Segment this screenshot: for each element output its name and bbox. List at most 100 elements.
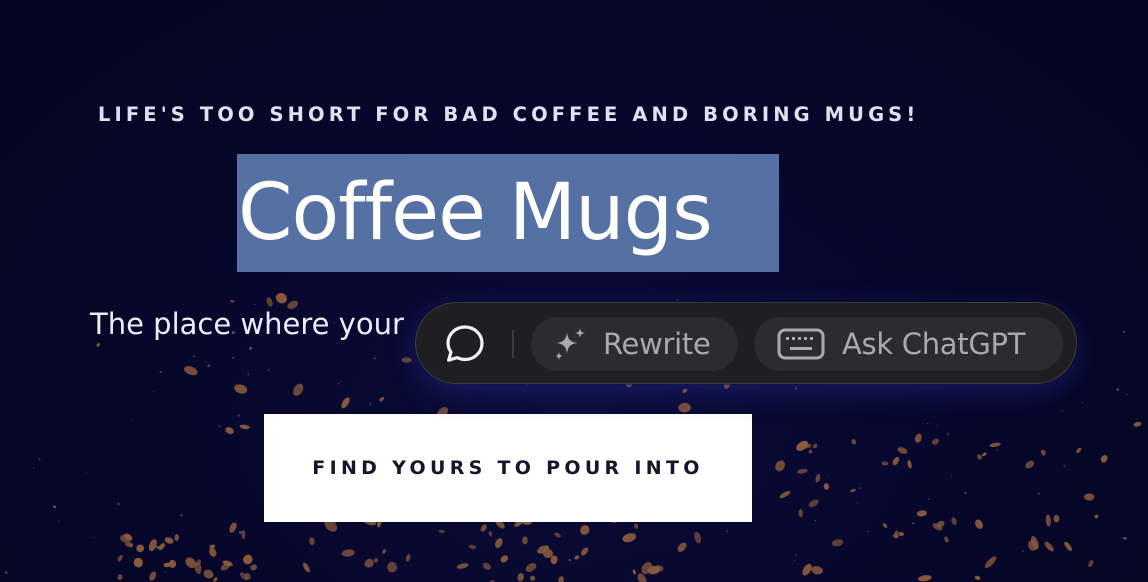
background-dot	[1081, 402, 1083, 404]
background-dot	[207, 364, 211, 368]
coffee-ground	[543, 548, 553, 559]
coffee-ground	[525, 562, 537, 573]
coffee-ground	[798, 443, 812, 449]
coffee-ground	[1084, 493, 1095, 501]
hero-section: LIFE'S TOO SHORT FOR BAD COFFEE AND BORI…	[0, 0, 1148, 582]
find-yours-button-label: FIND YOURS TO POUR INTO	[312, 457, 704, 479]
coffee-ground	[309, 537, 315, 545]
coffee-ground	[798, 509, 803, 518]
coffee-ground	[136, 544, 145, 553]
coffee-ground	[225, 427, 234, 435]
coffee-ground	[164, 537, 174, 544]
background-dot	[205, 361, 207, 363]
background-dot	[249, 346, 253, 350]
coffee-ground	[1133, 421, 1142, 427]
chat-button[interactable]	[438, 319, 492, 369]
background-dot	[946, 432, 950, 436]
keyboard-icon	[776, 327, 826, 361]
background-dot	[337, 382, 340, 385]
coffee-ground	[898, 531, 904, 537]
coffee-ground	[480, 524, 487, 532]
coffee-ground	[882, 523, 888, 528]
coffee-ground	[124, 533, 133, 541]
coffee-ground	[775, 460, 785, 472]
coffee-ground	[168, 559, 177, 568]
coffee-ground	[951, 517, 957, 526]
background-dot	[964, 491, 967, 495]
coffee-ground	[468, 544, 477, 549]
hero-title-selected[interactable]: Coffee Mugs	[237, 154, 779, 272]
coffee-ground	[194, 561, 202, 575]
coffee-ground	[849, 488, 857, 493]
coffee-ground	[797, 468, 808, 474]
coffee-ground	[203, 569, 214, 579]
coffee-ground	[117, 574, 123, 580]
background-dot	[1021, 550, 1024, 553]
coffee-ground	[158, 543, 166, 551]
background-dot	[814, 519, 816, 522]
background-dot	[159, 370, 162, 374]
coffee-ground	[989, 442, 1001, 448]
coffee-ground	[907, 459, 912, 469]
background-dot	[369, 402, 372, 405]
coffee-ground	[302, 562, 310, 573]
coffee-ground	[851, 439, 857, 445]
sparkles-icon	[551, 325, 589, 363]
coffee-ground	[243, 554, 253, 565]
background-dot	[218, 425, 221, 428]
coffee-ground	[213, 577, 218, 582]
coffee-ground	[517, 573, 524, 582]
background-dot	[1123, 536, 1127, 540]
coffee-ground	[128, 542, 134, 548]
background-dot	[5, 571, 8, 574]
coffee-ground	[117, 554, 123, 562]
rewrite-button[interactable]: Rewrite	[531, 317, 738, 371]
coffee-ground	[897, 447, 908, 454]
coffee-ground	[405, 554, 411, 562]
coffee-ground	[892, 533, 899, 539]
coffee-ground	[892, 456, 900, 466]
coffee-ground	[580, 547, 589, 556]
background-dot	[53, 505, 56, 509]
background-dot	[92, 536, 95, 539]
background-dot	[912, 522, 915, 525]
background-dot	[234, 524, 237, 527]
coffee-ground	[239, 424, 250, 430]
coffee-ground	[120, 534, 128, 543]
coffee-ground	[881, 461, 889, 466]
coffee-ground	[1030, 535, 1039, 550]
ask-chatgpt-button[interactable]: Ask ChatGPT	[754, 317, 1063, 371]
coffee-ground	[341, 549, 355, 557]
background-dot	[936, 425, 938, 427]
coffee-ground	[239, 572, 248, 581]
background-dot	[996, 449, 998, 451]
coffee-ground	[808, 499, 819, 508]
coffee-ground	[220, 562, 230, 571]
coffee-ground	[1100, 455, 1108, 463]
coffee-ground	[975, 519, 983, 529]
coffee-ground	[558, 576, 564, 582]
coffee-ground	[580, 525, 590, 535]
background-dot	[1122, 537, 1124, 539]
coffee-ground	[373, 558, 379, 563]
find-yours-button[interactable]: FIND YOURS TO POUR INTO	[264, 414, 752, 522]
coffee-ground	[632, 569, 636, 575]
coffee-ground	[148, 539, 157, 552]
coffee-ground	[482, 562, 491, 570]
coffee-ground	[149, 571, 157, 581]
coffee-ground	[229, 522, 237, 533]
coffee-ground	[678, 402, 691, 413]
coffee-ground	[183, 366, 198, 376]
coffee-ground	[808, 449, 813, 454]
coffee-ground	[802, 563, 812, 576]
background-dot	[238, 530, 242, 534]
coffee-ground	[529, 575, 536, 581]
coffee-ground	[185, 557, 197, 569]
coffee-ground	[812, 443, 818, 449]
coffee-ground	[1053, 514, 1060, 523]
coffee-ground	[250, 564, 258, 571]
background-dot	[1116, 388, 1120, 391]
coffee-ground	[918, 575, 932, 582]
coffee-ground	[341, 397, 350, 409]
background-dot	[1063, 464, 1067, 468]
